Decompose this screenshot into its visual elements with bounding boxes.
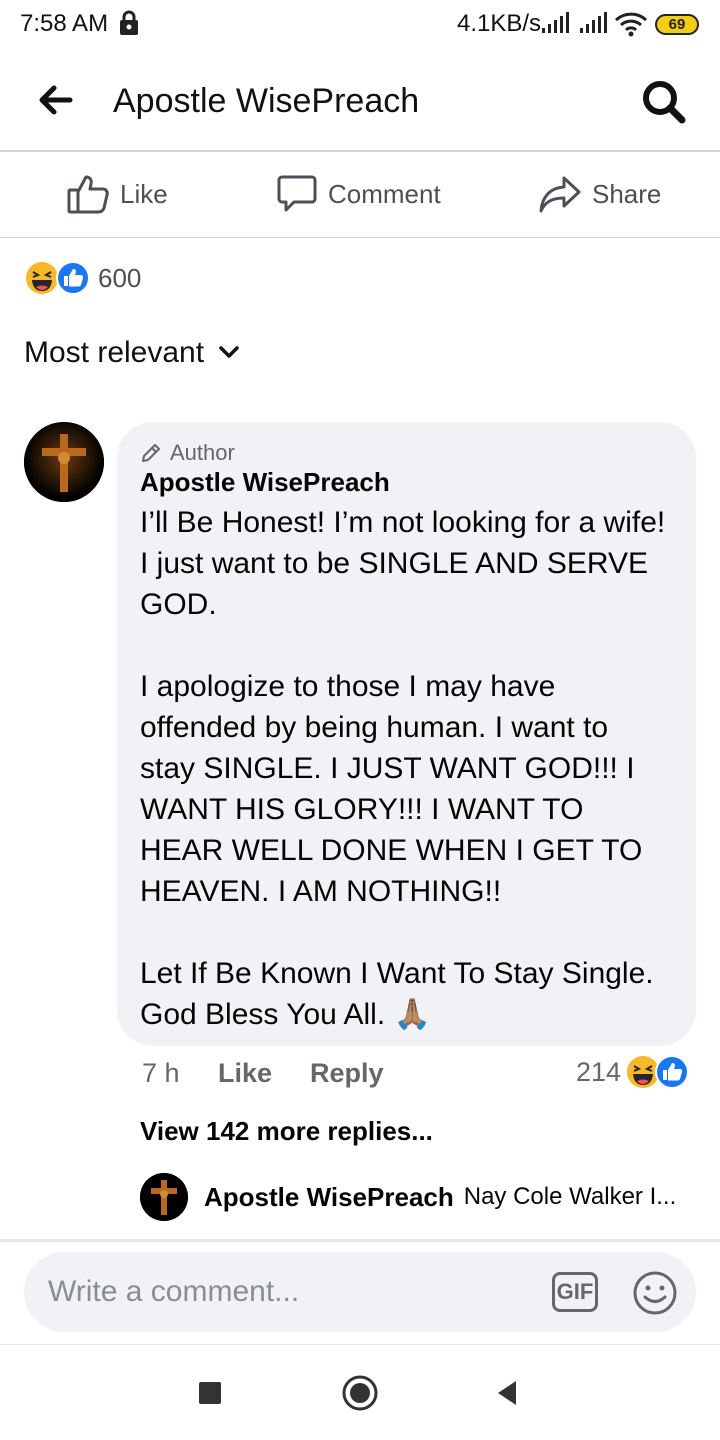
comment-text: I’ll Be Honest! I’m not looking for a wi… [140, 506, 666, 1031]
reply-snippet: Nay Cole Walker I... [463, 1183, 677, 1210]
cross-avatar-icon [24, 422, 104, 502]
author-badge-label: Author [170, 440, 235, 465]
reply-preview[interactable]: Apostle WisePreach Nay Cole Walker I... [140, 1172, 710, 1222]
square-icon [199, 1382, 221, 1404]
chevron-down-icon [219, 346, 239, 358]
app-header: Apostle WisePreach [0, 50, 720, 152]
comment-label: Comment [328, 178, 441, 209]
page-title: Apostle WisePreach [113, 82, 420, 120]
status-bar: 7:58 AM 4.1KB/s 69 [0, 0, 720, 50]
comment-composer: GIF [24, 1252, 696, 1332]
like-reaction-icon [56, 261, 90, 295]
share-label: Share [592, 178, 662, 209]
wifi-icon [614, 12, 648, 37]
recents-button[interactable] [188, 1371, 232, 1415]
back-button[interactable] [32, 78, 80, 122]
view-more-replies-link[interactable]: View 142 more replies... [140, 1116, 433, 1147]
triangle-back-icon [498, 1381, 516, 1405]
comment-time: 7 h [142, 1058, 180, 1088]
smiley-icon [633, 1271, 677, 1315]
composer-divider [0, 1239, 720, 1242]
share-button[interactable]: Share [538, 172, 661, 216]
like-button[interactable]: Like [66, 172, 168, 216]
author-avatar[interactable] [24, 422, 104, 502]
comment-author-name[interactable]: Apostle WisePreach [140, 467, 390, 498]
battery-icon: 69 [655, 14, 699, 35]
lock-icon [120, 10, 138, 35]
signal-icon [542, 12, 569, 33]
like-label: Like [120, 178, 168, 209]
home-button[interactable] [338, 1371, 382, 1415]
arrow-left-icon [39, 85, 73, 115]
comment-reactions[interactable]: 214 [576, 1054, 690, 1090]
comment-reaction-count: 214 [576, 1056, 622, 1087]
comment-like-button[interactable]: Like [218, 1058, 272, 1089]
network-speed: 4.1KB/s [457, 10, 542, 37]
signal-icon [580, 12, 607, 33]
post-actions: Like Comment Share [0, 152, 720, 238]
reaction-count: 600 [98, 262, 142, 293]
gif-button[interactable]: GIF [552, 1272, 598, 1312]
home-circle-icon [342, 1375, 378, 1411]
author-badge: Author [140, 440, 235, 466]
pencil-icon [142, 444, 160, 462]
cross-avatar-icon [140, 1173, 188, 1221]
sort-dropdown[interactable]: Most relevant [24, 336, 246, 370]
search-button[interactable] [638, 76, 690, 128]
comment-reply-button[interactable]: Reply [310, 1058, 384, 1089]
emoji-button[interactable] [632, 1270, 678, 1316]
thumbs-up-icon [67, 175, 109, 214]
reply-avatar [140, 1173, 188, 1221]
haha-reaction-icon [26, 262, 58, 294]
like-reaction-icon [655, 1055, 690, 1089]
search-icon [643, 81, 686, 124]
speech-bubble-icon [277, 175, 317, 212]
system-nav-bar [0, 1344, 720, 1440]
reactions-summary[interactable]: 600 [24, 258, 141, 298]
share-arrow-icon [539, 176, 581, 213]
sort-label: Most relevant [24, 336, 205, 369]
comment-button[interactable]: Comment [276, 172, 441, 216]
comment-input[interactable] [48, 1270, 528, 1314]
reply-author-name: Apostle WisePreach [204, 1181, 454, 1212]
status-time: 7:58 AM [20, 10, 109, 37]
back-nav-button[interactable] [486, 1371, 530, 1415]
